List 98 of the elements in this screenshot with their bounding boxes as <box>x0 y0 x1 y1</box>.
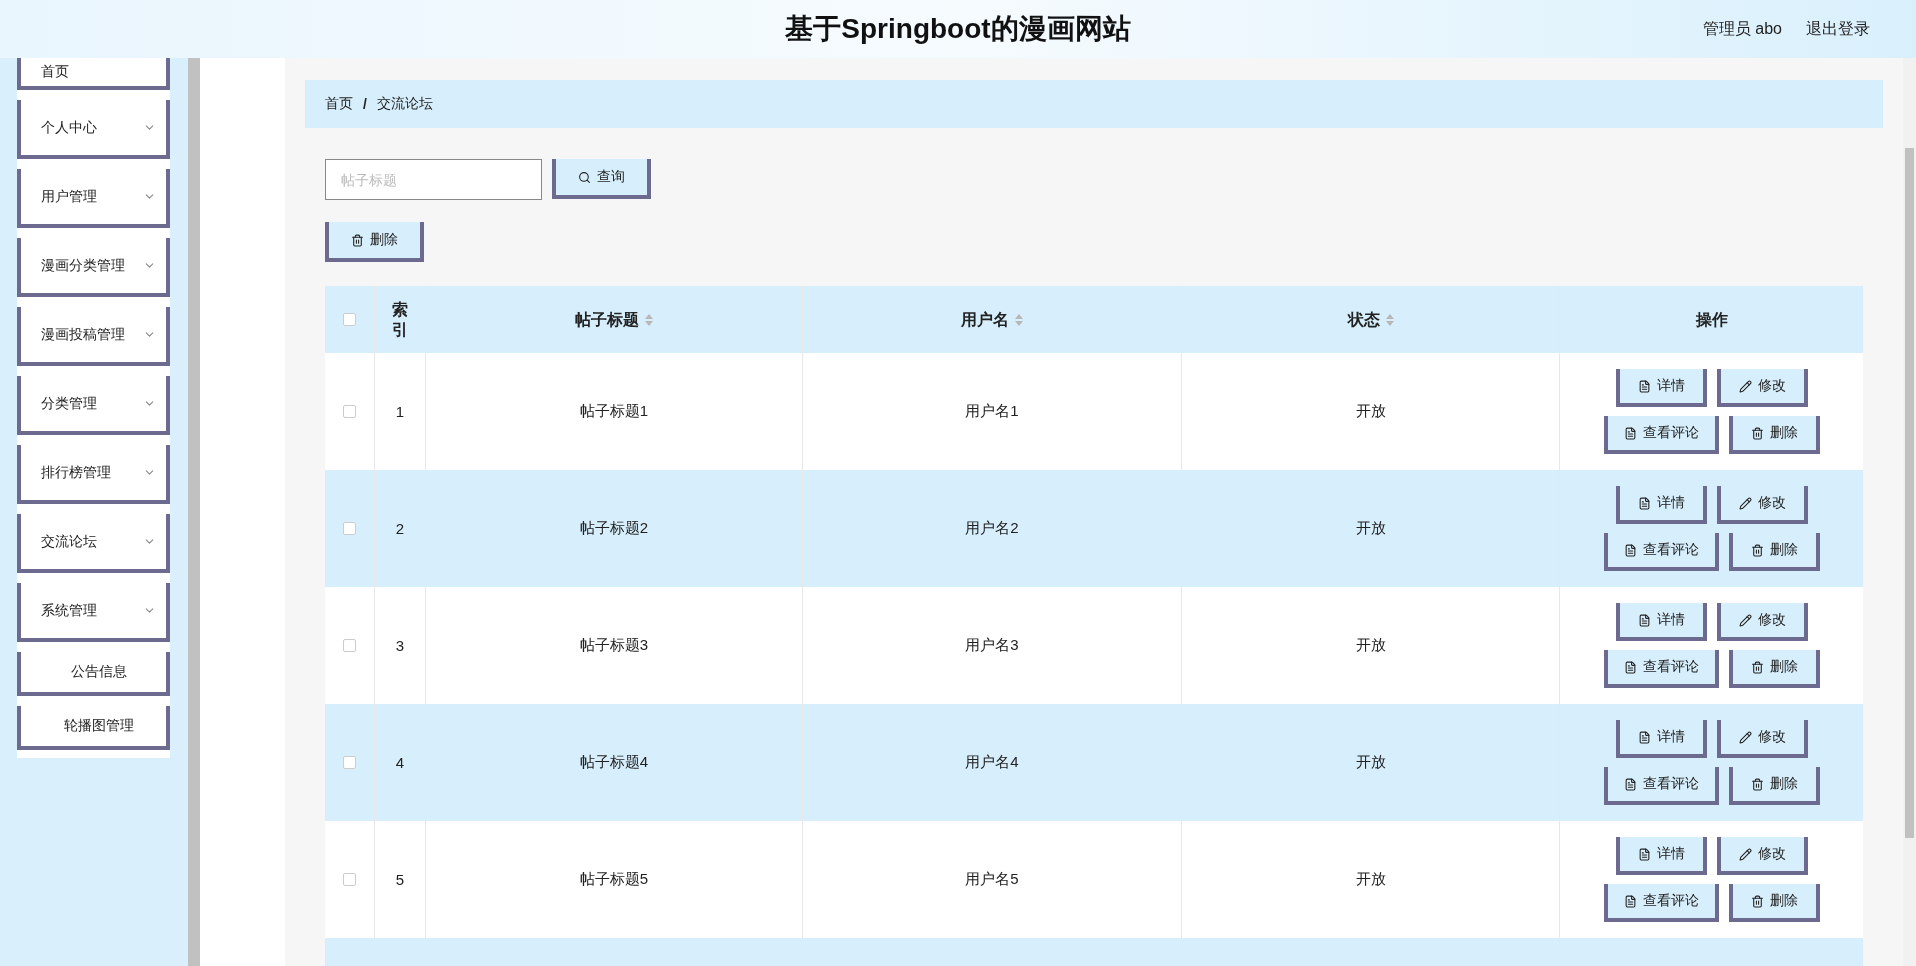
table-cell: 开放 <box>1355 636 1386 655</box>
checkbox[interactable] <box>343 405 356 418</box>
action-button[interactable]: 详情 <box>1615 486 1707 524</box>
scrollbar[interactable] <box>1903 58 1916 966</box>
sort-icon[interactable] <box>1385 313 1394 326</box>
pencil-icon <box>1738 379 1752 393</box>
table-cell: 开放 <box>1355 519 1386 538</box>
table-cell: 帖子标题3 <box>579 636 649 655</box>
column-header[interactable]: 用户名 <box>961 309 1009 330</box>
sort-icon[interactable] <box>1015 313 1023 326</box>
table-cell: 3 <box>395 637 405 654</box>
sort-icon[interactable] <box>645 313 653 326</box>
action-button[interactable]: 删除 <box>1728 884 1820 922</box>
trash-icon <box>351 233 364 247</box>
sidebar-item[interactable]: 轮播图管理 <box>17 706 170 750</box>
search-icon <box>578 170 591 184</box>
document-icon <box>1637 847 1651 861</box>
trash-icon <box>1750 543 1764 557</box>
checkbox[interactable] <box>343 873 356 886</box>
action-button[interactable]: 修改 <box>1716 369 1808 407</box>
delete-button[interactable]: 删除 <box>325 222 424 262</box>
document-icon <box>1623 426 1637 440</box>
action-button[interactable]: 详情 <box>1615 720 1707 758</box>
column-header: 操作 <box>1695 309 1728 330</box>
sidebar-item[interactable]: 漫画分类管理 <box>17 238 170 297</box>
table-cell: 用户名4 <box>965 753 1019 772</box>
table-cell: 4 <box>395 754 405 771</box>
trash-icon <box>1750 426 1764 440</box>
trash-icon <box>1750 894 1764 908</box>
table-cell: 用户名2 <box>965 519 1019 538</box>
sidebar-item[interactable]: 排行榜管理 <box>17 445 170 504</box>
action-button[interactable]: 详情 <box>1615 837 1707 875</box>
document-icon <box>1623 894 1637 908</box>
search-field[interactable]: 帖子标题 <box>325 159 542 200</box>
column-header: 索引 <box>392 299 408 340</box>
pencil-icon <box>1738 847 1752 861</box>
action-button[interactable]: 修改 <box>1716 486 1808 524</box>
action-button[interactable]: 查看评论 <box>1603 884 1719 922</box>
user-name: 管理员 abo <box>1702 18 1782 39</box>
sidebar-item[interactable]: 用户管理 <box>17 169 170 228</box>
action-button[interactable]: 修改 <box>1716 837 1808 875</box>
sidebar-item[interactable]: 漫画投稿管理 <box>17 307 170 366</box>
table-cell: 开放 <box>1355 402 1386 421</box>
column-header[interactable]: 状态 <box>1347 309 1380 330</box>
action-button[interactable]: 详情 <box>1615 603 1707 641</box>
action-button[interactable]: 查看评论 <box>1603 650 1719 688</box>
table-cell: 5 <box>395 871 405 888</box>
table-cell: 1 <box>395 403 405 420</box>
breadcrumb-link[interactable]: 首页 <box>325 95 353 113</box>
action-button[interactable]: 修改 <box>1716 603 1808 641</box>
document-icon <box>1637 613 1651 627</box>
table-cell: 2 <box>395 520 405 537</box>
trash-icon <box>1750 660 1764 674</box>
checkbox[interactable] <box>343 313 356 326</box>
action-button[interactable]: 删除 <box>1728 416 1820 454</box>
logout-link[interactable]: 退出登录 <box>1806 18 1870 40</box>
table-cell: 用户名5 <box>965 870 1019 889</box>
pencil-icon <box>1738 496 1752 510</box>
sidebar-item[interactable]: 个人中心 <box>17 100 170 159</box>
breadcrumb-separator: / <box>363 96 367 112</box>
table-cell: 帖子标题4 <box>579 753 649 772</box>
action-button[interactable]: 详情 <box>1615 369 1707 407</box>
table-cell: 用户名3 <box>965 636 1019 655</box>
action-button[interactable]: 删除 <box>1728 650 1820 688</box>
column-header[interactable]: 帖子标题 <box>575 309 639 330</box>
document-icon <box>1637 730 1651 744</box>
table-cell: 帖子标题2 <box>579 519 649 538</box>
site-title: 基于Springboot的漫画网站 <box>785 12 1131 46</box>
sidebar-item[interactable]: 首页 <box>17 58 170 90</box>
sidebar-item[interactable]: 交流论坛 <box>17 514 170 573</box>
table-cell: 用户名1 <box>965 402 1019 421</box>
checkbox[interactable] <box>343 522 356 535</box>
breadcrumb-link[interactable]: 交流论坛 <box>376 95 433 113</box>
scrollbar[interactable] <box>188 58 200 966</box>
action-button[interactable]: 查看评论 <box>1603 767 1719 805</box>
pencil-icon <box>1738 730 1752 744</box>
document-icon <box>1623 660 1637 674</box>
action-button[interactable]: 删除 <box>1728 767 1820 805</box>
pencil-icon <box>1738 613 1752 627</box>
document-icon <box>1623 777 1637 791</box>
table-cell: 帖子标题5 <box>579 870 649 889</box>
sidebar-item[interactable]: 分类管理 <box>17 376 170 435</box>
sidebar-item[interactable]: 公告信息 <box>17 652 170 696</box>
action-button[interactable]: 修改 <box>1716 720 1808 758</box>
checkbox[interactable] <box>343 639 356 652</box>
search-button[interactable]: 查询 <box>552 159 651 199</box>
trash-icon <box>1750 777 1764 791</box>
table-cell: 开放 <box>1355 753 1386 772</box>
action-button[interactable]: 查看评论 <box>1603 533 1719 571</box>
table-cell: 帖子标题1 <box>579 402 649 421</box>
document-icon <box>1637 496 1651 510</box>
document-icon <box>1637 379 1651 393</box>
action-button[interactable]: 删除 <box>1728 533 1820 571</box>
table-cell: 开放 <box>1355 870 1386 889</box>
checkbox[interactable] <box>343 756 356 769</box>
document-icon <box>1623 543 1637 557</box>
action-button[interactable]: 查看评论 <box>1603 416 1719 454</box>
sidebar-item[interactable]: 系统管理 <box>17 583 170 642</box>
